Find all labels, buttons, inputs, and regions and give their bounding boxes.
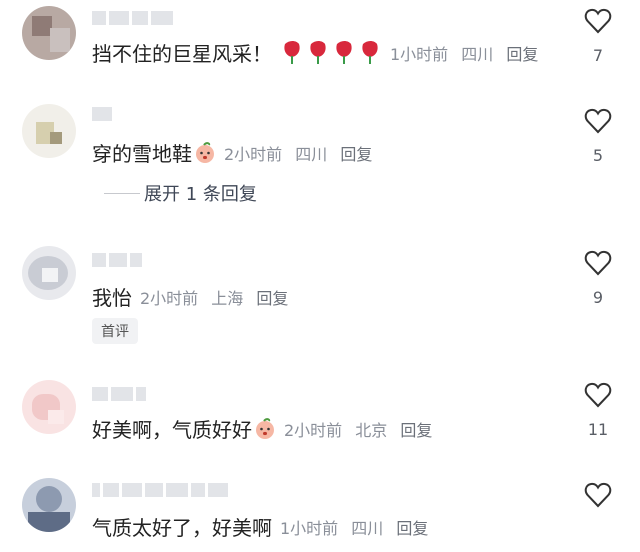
comment-text: 我怡 <box>92 286 132 310</box>
first-comment-badge: 首评 <box>92 318 138 344</box>
like-button[interactable]: 11 <box>578 382 618 439</box>
comment-time: 2小时前 <box>284 420 343 440</box>
heart-outline-icon <box>584 8 612 34</box>
peach-face-icon <box>194 141 216 164</box>
comment-location: 四川 <box>351 518 384 538</box>
rose-icon <box>282 40 382 66</box>
reply-button[interactable]: 回复 <box>396 519 428 538</box>
heart-outline-icon <box>584 382 612 408</box>
heart-outline-icon <box>584 108 612 134</box>
like-count: 5 <box>592 146 604 165</box>
reply-button[interactable]: 回复 <box>400 421 432 440</box>
username-blurred[interactable] <box>92 10 176 25</box>
like-button[interactable]: 5 <box>578 108 618 165</box>
username-blurred[interactable] <box>92 106 115 121</box>
heart-outline-icon <box>584 250 612 276</box>
comment-location: 北京 <box>355 420 388 440</box>
like-count: 9 <box>592 288 604 307</box>
comment-text: 挡不住的巨星风采！ <box>92 42 272 66</box>
reply-button[interactable]: 回复 <box>506 45 538 64</box>
comment-time: 1小时前 <box>280 518 339 538</box>
heart-outline-icon <box>584 482 612 508</box>
like-button[interactable]: 7 <box>578 8 618 65</box>
comment-text: 好美啊，气质好好 <box>92 418 252 442</box>
like-count: 11 <box>587 420 609 439</box>
avatar[interactable] <box>22 104 76 158</box>
comment-text: 穿的雪地鞋 <box>92 142 192 166</box>
avatar[interactable] <box>22 6 76 60</box>
comment-time: 2小时前 <box>140 288 199 308</box>
comment-text: 气质太好了，好美啊 <box>92 516 272 540</box>
expand-replies-button[interactable]: 展开 1 条回复 <box>104 180 257 206</box>
avatar[interactable] <box>22 246 76 300</box>
avatar[interactable] <box>22 380 76 434</box>
username-blurred[interactable] <box>92 386 149 401</box>
like-button[interactable]: 9 <box>578 250 618 307</box>
reply-button[interactable]: 回复 <box>340 145 372 164</box>
reply-button[interactable]: 回复 <box>256 289 288 308</box>
expand-replies-label: 展开 1 条回复 <box>144 184 257 205</box>
avatar[interactable] <box>22 478 76 532</box>
comment-location: 上海 <box>211 288 244 308</box>
comment-location: 四川 <box>461 44 494 64</box>
comment-time: 1小时前 <box>390 44 449 64</box>
comment-time: 2小时前 <box>224 144 283 164</box>
username-blurred[interactable] <box>92 482 231 497</box>
username-blurred[interactable] <box>92 252 145 267</box>
like-button[interactable] <box>578 482 618 520</box>
divider-line <box>104 192 140 194</box>
peach-face-icon <box>254 417 276 440</box>
comment-location: 四川 <box>295 144 328 164</box>
like-count: 7 <box>592 46 604 65</box>
